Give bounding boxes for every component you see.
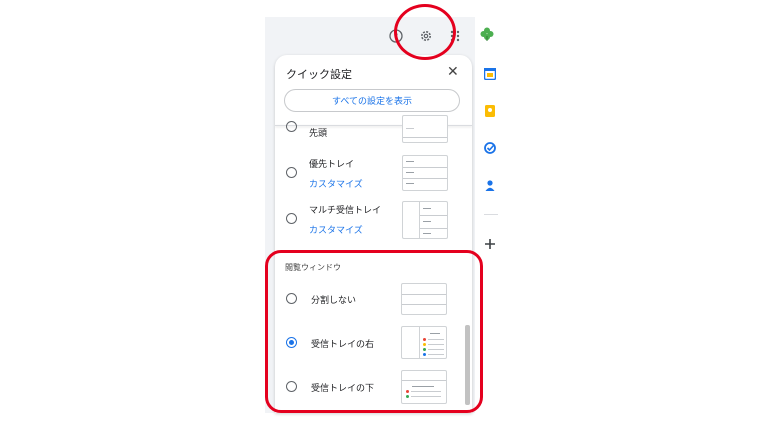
tasks-icon[interactable] — [483, 141, 497, 155]
clover-avatar-icon[interactable] — [478, 25, 496, 43]
calendar-icon[interactable] — [483, 67, 497, 81]
customize-link-multiple[interactable]: カスタマイズ — [309, 223, 363, 236]
inbox-type-radio-priority[interactable] — [286, 167, 297, 178]
highlight-box-reading-pane — [265, 250, 483, 413]
side-divider — [484, 214, 498, 215]
thumbnail-priority — [402, 155, 448, 191]
keep-icon[interactable] — [483, 104, 497, 118]
inbox-type-label-multiple: マルチ受信トレイ — [309, 206, 382, 216]
inbox-type-label-priority: 優先トレイ — [309, 160, 355, 170]
thumbnail-multiple — [402, 201, 448, 239]
add-icon[interactable] — [483, 237, 497, 251]
close-icon[interactable]: ✕ — [447, 64, 459, 80]
inbox-type-radio-multiple[interactable] — [286, 213, 297, 224]
quick-settings-title: クイック設定 — [286, 68, 352, 81]
inbox-type-radio-default[interactable] — [286, 121, 297, 132]
inbox-type-label-default: 先頭 — [309, 129, 328, 139]
all-settings-button[interactable]: すべての設定を表示 — [284, 89, 460, 112]
customize-link-priority[interactable]: カスタマイズ — [309, 177, 363, 190]
highlight-circle-settings — [394, 4, 456, 60]
contacts-icon[interactable] — [483, 178, 497, 192]
thumbnail-default — [402, 115, 448, 143]
